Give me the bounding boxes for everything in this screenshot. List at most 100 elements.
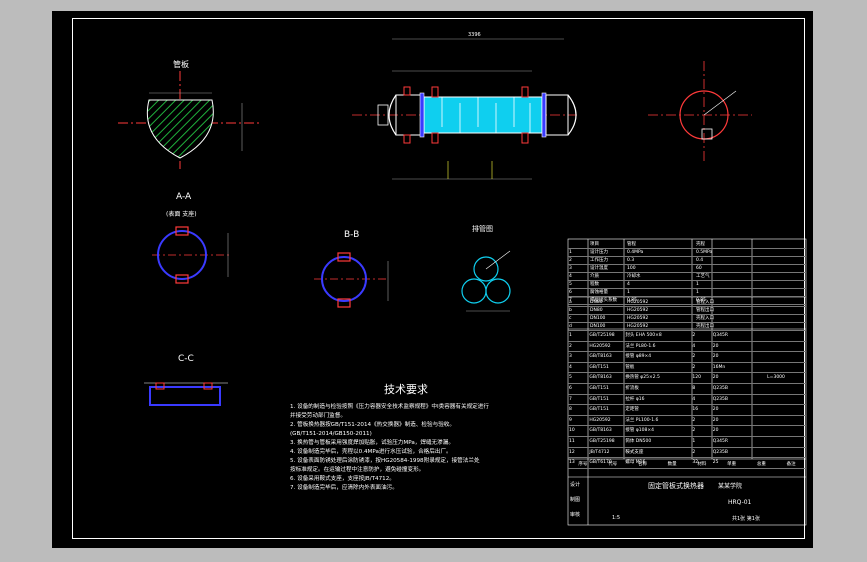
table-cell: 1 [696,290,699,295]
table-cell: Q235B [712,396,728,402]
table-cell [752,363,767,373]
table-row: d DN100 HG20592 壳程出口 [568,323,806,331]
tech-requirements-list: 1. 设备的制造与检验按照《压力容器安全技术监察规程》中I类容器有关规定进行 并… [290,403,562,493]
table-cell: 换热管 φ25×2.5 [625,375,660,381]
table-row: 5 GB/T8163 换热管 φ25×2.5 120 20 L=3000 [568,373,806,384]
table-cell [568,241,589,248]
table-cell: 1 [569,250,572,255]
table-cell [752,395,767,405]
table-cell [752,384,767,394]
table-cell: 管程 [627,242,636,247]
table-row: 1 设计压力 0.4MPa 0.5MPa [568,249,806,257]
table-cell: 100 [627,266,636,271]
design-data-table: 项目 管程 壳程 1 设计压力 0.4MPa 0.5MPa 2 工作压力 0.3 0.4 3 设计温度 1… [568,241,806,305]
table-cell: HG20592 [627,300,649,305]
table-cell: d [569,324,572,329]
table-row: 4 GB/T151 管板 2 16Mn [568,363,806,374]
table-row: 6 GB/T151 折流板 8 Q235B [568,384,806,395]
table-cell: 腐蚀裕量 [590,290,608,295]
table-cell [752,405,767,415]
tech-requirement-item: 7. 设备制造完毕后，应清除内外表面油污。 [290,485,398,491]
table-row: 2 HG20592 法兰 PL80-1.6 4 20 [568,342,806,353]
table-cell: GB/T25198 [589,438,615,444]
table-cell: 1 [692,438,696,444]
title-block-header: 序号 [578,462,588,467]
table-cell: HG20592 [589,343,611,349]
title-block-header: 总重 [756,462,766,467]
section-aa-view: A-A (表面 支座) [152,192,232,284]
table-cell: 管板 [625,364,635,370]
table-cell: L=3000 [767,375,785,381]
table-cell: 1 [696,282,699,287]
table-row: 11 GB/T25198 筒体 DN500 1 Q345R [568,437,806,448]
title-block-label: 制图 [570,497,581,503]
tube-sheet-view: 管板 [118,59,262,169]
title-block-labels: 设计 制图 审核 [570,481,580,526]
table-cell: 设计压力 [590,250,608,255]
table-cell: Q345R [712,438,729,444]
title-block-header: 备注 [786,462,796,467]
sheet-count: 共1张 第1张 [732,516,760,522]
table-cell: 6 [569,290,572,295]
table-cell: Q345R [712,333,729,338]
table-cell [766,352,806,362]
table-cell: 20 [712,343,719,349]
table-row: 4 介质 冷却水 工艺气 [568,273,806,281]
table-cell: 3 [569,354,572,360]
table-cell: 2 [569,343,572,349]
table-cell: 5 [569,282,572,287]
table-row: 9 HG20592 法兰 PL100-1.6 2 20 [568,416,806,427]
tech-requirement-item: 并接受劳动部门监督。 [290,413,346,419]
table-cell: 0.3 [627,258,635,263]
scale: 1:5 [612,515,621,521]
table-cell: 60 [696,266,702,271]
title-block-label: 审核 [570,512,581,518]
table-cell: 2 [692,364,696,370]
table-cell: HG20592 [627,316,649,321]
left-tube-sheet [419,92,425,138]
tech-requirement-item: 3. 换热管与管板采用强度焊加贴胀，试验压力MPa，焊缝无渗漏。 [290,440,454,446]
table-cell: 壳程出口 [696,324,714,329]
drawing-number: HRQ-01 [728,499,752,506]
table-cell: GB/T151 [589,407,609,413]
table-cell [752,331,767,341]
table-cell: 120 [692,375,701,381]
table-cell: 折流板 [625,385,639,391]
section-aa-note: (表面 支座) [166,210,197,218]
table-cell: 管程入口 [696,300,714,305]
table-cell [752,352,767,362]
table-cell: 2 [692,428,696,434]
table-cell: 2 [692,333,696,338]
shell-circle-aa [157,230,207,280]
table-cell: 冷却水 [627,274,641,279]
saddle-support [149,386,221,406]
table-cell: 壳程 [696,242,705,247]
section-bb-label: B-B [344,230,359,240]
tube-layout-view: 排管图 [461,224,511,312]
table-cell: 8 [569,407,572,413]
table-cell: 定距管 [625,407,639,413]
table-row: c DN100 HG20592 壳程入口 [568,315,806,323]
table-cell: 鞍式支座 [625,449,644,455]
table-row: 8 GB/T151 定距管 16 20 [568,405,806,416]
table-cell: a [569,300,572,305]
table-cell: 筒体 DN500 [625,438,652,444]
table-cell: 10 [569,428,575,434]
table-cell: 20 [712,375,719,381]
table-row: 12 JB/T4712 鞍式支座 2 Q235B [568,448,806,459]
table-row: 3 GB/T8163 接管 φ89×4 2 20 [568,352,806,363]
tube-sheet-section [146,99,214,159]
tube-layout-label: 排管图 [472,224,493,233]
table-row: 1 GB/T25198 封头 EHA 500×8 2 Q345R [568,331,806,342]
table-cell: 接管 φ108×4 [625,428,654,434]
table-cell: 20 [712,428,719,434]
table-cell: 5 [569,375,572,381]
table-cell: 12 [569,449,575,455]
section-cc-label: C-C [178,354,194,364]
table-cell [766,437,806,447]
table-cell [766,448,806,458]
table-cell: DN100 [590,324,606,329]
table-cell: 管程出口 [696,308,714,313]
right-tube-sheet [541,92,547,138]
table-cell [752,448,767,458]
